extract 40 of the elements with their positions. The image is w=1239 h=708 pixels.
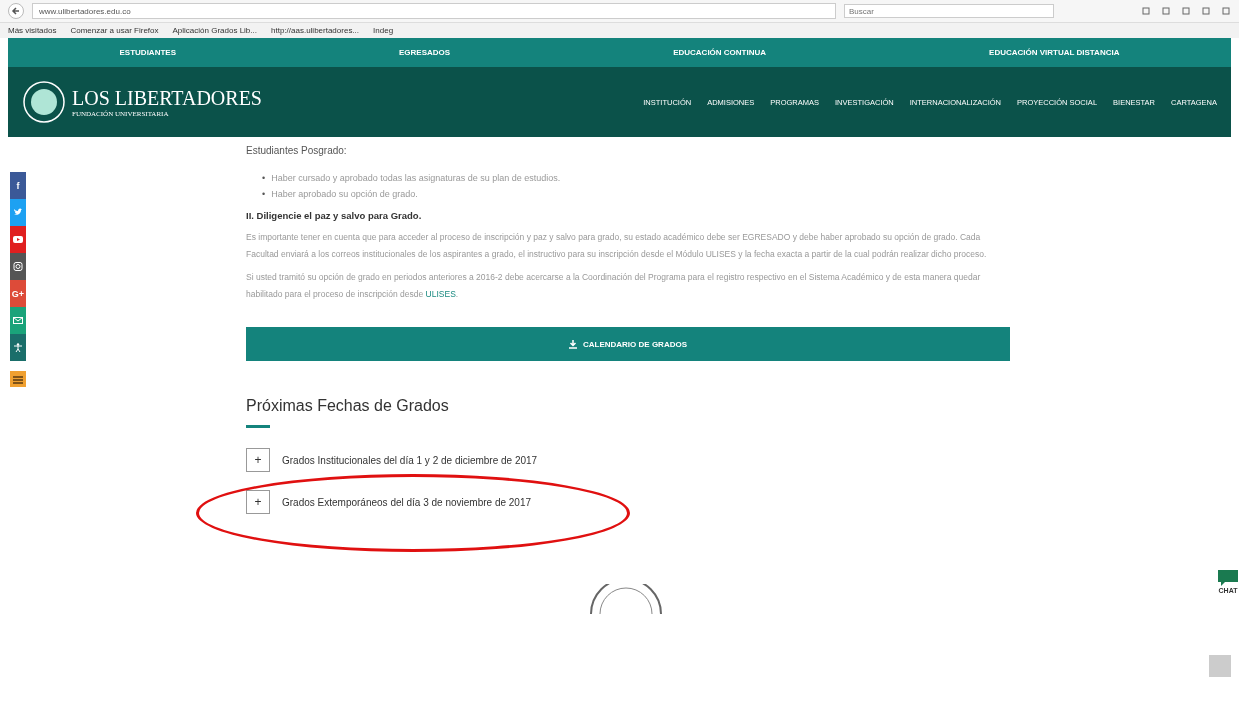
top-nav-link[interactable]: EDUCACIÓN VIRTUAL DISTANCIA: [989, 48, 1120, 57]
bookmark-link[interactable]: Más visitados: [8, 26, 57, 35]
bullet-item: Haber cursado y aprobado todas las asignaturas de su plan de estudios.: [271, 172, 561, 184]
facebook-icon[interactable]: f: [10, 172, 26, 199]
bullet-marker: •: [262, 188, 266, 200]
back-button[interactable]: [8, 3, 24, 19]
seal-logo-icon: [22, 80, 66, 124]
bookmark-link[interactable]: Comenzar a usar Firefox: [70, 26, 159, 35]
back-arrow-icon: [11, 6, 21, 16]
subheading: Estudiantes Posgrado:: [246, 145, 348, 156]
calendar-button[interactable]: CALENDARIO DE GRADOS: [246, 327, 1010, 361]
envelope-icon[interactable]: [10, 307, 26, 334]
accordion-title[interactable]: Grados Extemporáneos del día 3 de noviembre de 2017: [282, 496, 532, 508]
ulises-link[interactable]: ULISES: [425, 289, 456, 299]
google-plus-icon[interactable]: G+: [10, 280, 26, 307]
address-bar[interactable]: www.ulibertadores.edu.co: [32, 3, 836, 19]
bars-icon[interactable]: [10, 371, 26, 387]
chat-bubble-icon: [1217, 569, 1239, 587]
bullet-item: Haber aprobado su opción de grado.: [271, 188, 418, 200]
paragraph: Es importante tener en cuenta que para acceder al proceso de inscripción y paz y salvo para grado, su estado académico debe ser EGRESADO y debe haber aprobado su opción de grado. Cada Facultad enviará a los correos institucionales de los aspirantes a grado, el instructivo para su inscripción desde el Módulo ULISES y la fecha exacta a partir de la cual podrán realizar dicho proceso.: [246, 231, 988, 261]
person-icon[interactable]: [10, 334, 26, 361]
step-heading: II. Diligencie el paz y salvo para Grado.: [246, 210, 423, 221]
search-field[interactable]: Buscar: [844, 4, 1054, 18]
bullet-marker: •: [262, 172, 266, 184]
section-heading: Próximas Fechas de Grados: [246, 397, 450, 415]
expand-toggle[interactable]: +: [246, 490, 270, 514]
bookmark-link[interactable]: Aplicación Grados Lib...: [172, 26, 257, 35]
camera-icon[interactable]: [10, 253, 26, 280]
play-icon[interactable]: [10, 226, 26, 253]
top-nav-link[interactable]: ESTUDIANTES: [119, 48, 176, 57]
accordion-title[interactable]: Grados Institucionales del día 1 y 2 de diciembre de 2017: [282, 454, 538, 466]
url-text: www.ulibertadores.edu.co: [39, 6, 131, 16]
paragraph: Si usted tramitó su opción de grado en periodos anteriores a 2016-2 debe acercarse a la Coordinación del Programa para el registro respectivo en el Sistema Académico y de esta manera quedar habilitado para el proceso de inscripción desde ULISES.: [246, 271, 982, 301]
expand-toggle[interactable]: +: [246, 448, 270, 472]
bookmark-link[interactable]: Indeg: [373, 26, 394, 35]
top-nav-link[interactable]: EDUCACIÓN CONTINUA: [673, 48, 767, 57]
bird-icon[interactable]: [10, 199, 26, 226]
bookmark-link[interactable]: http://aas.ulibertadores...: [271, 26, 360, 35]
top-nav-link[interactable]: EGRESADOS: [399, 48, 451, 57]
logo-title[interactable]: LOS LIBERTADORES: [72, 86, 262, 110]
